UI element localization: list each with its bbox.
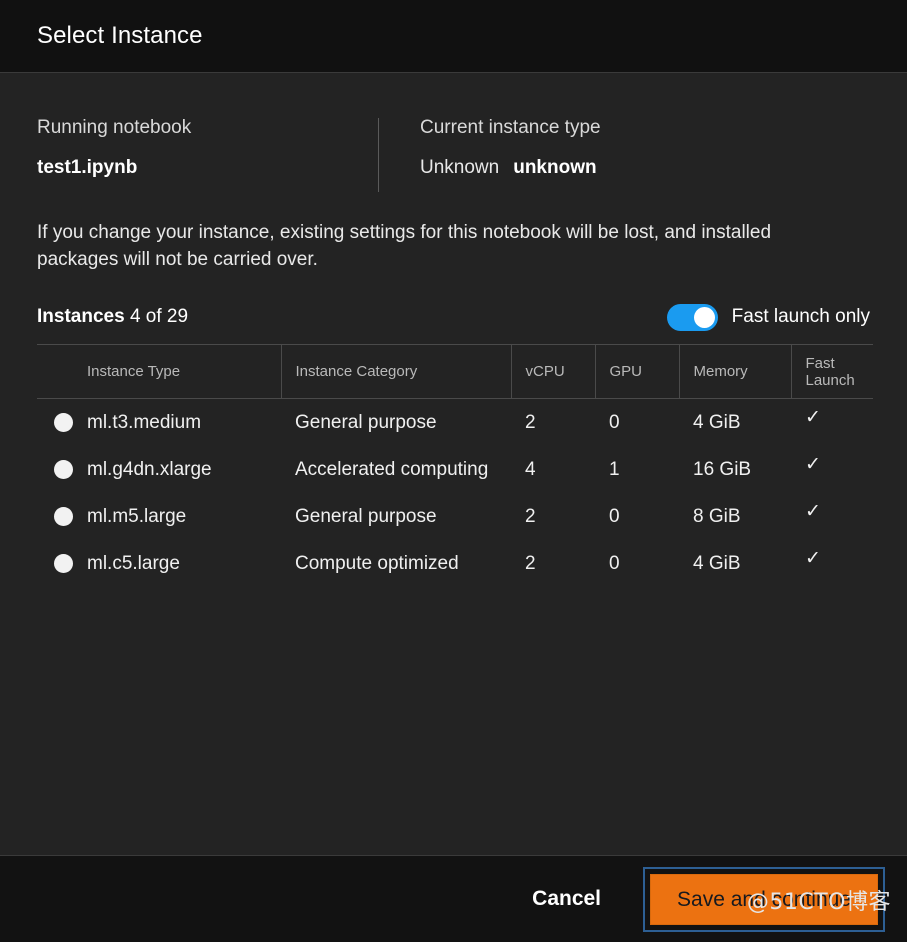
running-notebook-label: Running notebook [37, 117, 192, 138]
cell-vcpu: 2 [525, 411, 536, 433]
fast-launch-toggle-group[interactable]: Fast launch only [666, 303, 870, 331]
save-and-continue-button[interactable]: Save and continue [650, 873, 878, 925]
instances-table-body: ml.t3.medium General purpose 2 0 4 GiB ✓… [37, 399, 873, 588]
cell-memory: 4 GiB [693, 552, 741, 574]
cell-gpu: 0 [609, 505, 620, 527]
column-header-gpu[interactable]: GPU [594, 344, 679, 399]
instance-radio-button[interactable] [54, 554, 73, 573]
cell-instance-type: ml.m5.large [37, 493, 281, 540]
cancel-button[interactable]: Cancel [512, 877, 621, 921]
cell-memory: 8 GiB [693, 505, 741, 527]
cell-gpu: 0 [609, 552, 620, 574]
check-icon: ✓ [805, 501, 821, 522]
column-header-memory[interactable]: Memory [678, 344, 791, 399]
cell-vcpu: 2 [525, 552, 536, 574]
table-header-row: Instance Type Instance Category vCPU GPU… [37, 344, 873, 399]
instance-radio-button[interactable] [54, 460, 73, 479]
dialog-footer: Cancel Save and continue @51CTO博客 [0, 855, 907, 942]
dialog-body: Running notebook test1.ipynb Current ins… [0, 73, 907, 855]
column-header-instance-type[interactable]: Instance Type [37, 344, 281, 399]
table-row[interactable]: ml.m5.large General purpose 2 0 8 GiB ✓ [37, 493, 873, 540]
toggle-knob-icon [693, 306, 715, 328]
cell-instance-type: ml.c5.large [37, 540, 281, 587]
table-row[interactable]: ml.t3.medium General purpose 2 0 4 GiB ✓ [37, 399, 873, 447]
cell-memory: 4 GiB [693, 411, 741, 433]
running-notebook-block: Running notebook test1.ipynb [37, 115, 378, 181]
table-row[interactable]: ml.g4dn.xlarge Accelerated computing 4 1… [37, 446, 873, 493]
summary-section: Running notebook test1.ipynb Current ins… [37, 73, 870, 192]
check-icon: ✓ [805, 407, 821, 428]
cell-instance-category: General purpose [295, 505, 437, 527]
instances-count: Instances 4 of 29 [37, 306, 188, 328]
instance-type-label: ml.m5.large [87, 505, 187, 527]
change-instance-notice: If you change your instance, existing se… [37, 222, 772, 270]
instances-heading: Instances [37, 306, 125, 327]
instance-radio-button[interactable] [54, 413, 73, 432]
save-button-focus-ring: Save and continue [643, 866, 885, 932]
fast-launch-toggle[interactable] [666, 303, 718, 331]
instance-type-label: ml.g4dn.xlarge [87, 458, 212, 480]
current-instance-label: Current instance type [420, 117, 601, 138]
cell-memory: 16 GiB [693, 458, 752, 480]
cell-gpu: 0 [609, 411, 620, 433]
running-notebook-value: test1.ipynb [37, 157, 138, 178]
cell-instance-category: General purpose [295, 411, 437, 433]
cell-instance-type: ml.t3.medium [37, 399, 281, 447]
select-instance-dialog: Select Instance Running notebook test1.i… [0, 0, 907, 942]
check-icon: ✓ [805, 548, 821, 569]
column-header-instance-category[interactable]: Instance Category [280, 344, 511, 399]
instance-type-label: ml.c5.large [87, 552, 180, 574]
current-instance-status: Unknown [420, 157, 500, 178]
current-instance-value: Unknown unknown [420, 155, 601, 181]
check-icon: ✓ [805, 454, 821, 475]
cell-instance-category: Accelerated computing [295, 458, 489, 480]
column-header-vcpu[interactable]: vCPU [510, 344, 595, 399]
cell-instance-category: Compute optimized [295, 552, 459, 574]
instances-count-text: 4 of 29 [129, 306, 189, 327]
cell-gpu: 1 [609, 458, 620, 480]
dialog-titlebar: Select Instance [0, 0, 907, 73]
page-title: Select Instance [37, 22, 203, 49]
current-instance-name: unknown [513, 157, 597, 178]
cell-vcpu: 4 [525, 458, 536, 480]
cell-instance-type: ml.g4dn.xlarge [37, 446, 281, 493]
instance-type-label: ml.t3.medium [87, 411, 202, 433]
cell-vcpu: 2 [525, 505, 536, 527]
fast-launch-toggle-label: Fast launch only [731, 306, 870, 327]
summary-vertical-divider [378, 118, 379, 192]
current-instance-block: Current instance type Unknown unknown [378, 115, 601, 181]
instance-radio-button[interactable] [54, 507, 73, 526]
instances-toolbar: Instances 4 of 29 Fast launch only [37, 301, 870, 333]
table-row[interactable]: ml.c5.large Compute optimized 2 0 4 GiB … [37, 540, 873, 587]
instances-table-head: Instance Type Instance Category vCPU GPU… [37, 344, 873, 399]
instances-table: Instance Type Instance Category vCPU GPU… [37, 344, 873, 587]
column-header-fast-launch[interactable]: Fast Launch [790, 344, 873, 399]
